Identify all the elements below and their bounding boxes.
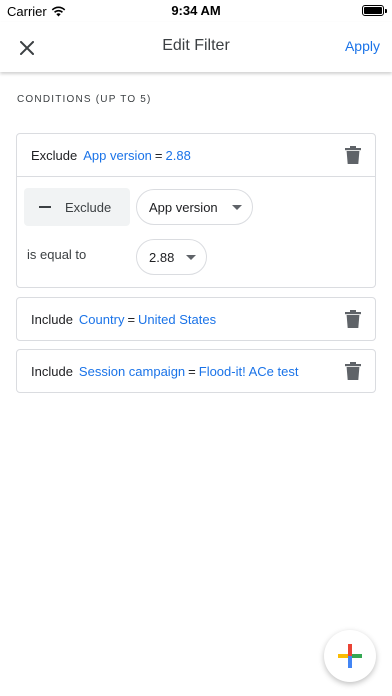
- condition-verb: Exclude: [31, 147, 78, 163]
- condition-card: Include Session campaign = Flood-it! ACe…: [16, 349, 376, 393]
- page-title: Edit Filter: [162, 37, 230, 54]
- trash-icon[interactable]: [345, 362, 361, 380]
- exclude-toggle-label: Exclude: [65, 199, 112, 215]
- value-dropdown-value: 2.88: [149, 249, 175, 265]
- condition-row[interactable]: Include Country = United States: [17, 298, 375, 340]
- condition-dimension: Session campaign: [78, 363, 186, 379]
- conditions-section-label: CONDITIONS (UP TO 5): [17, 94, 152, 105]
- condition-operator: =: [188, 363, 196, 379]
- add-condition-button[interactable]: [324, 630, 376, 682]
- condition-operator: =: [154, 147, 163, 163]
- exclude-toggle-button[interactable]: Exclude: [24, 188, 130, 226]
- condition-dimension: App version: [83, 147, 152, 163]
- battery-icon: [362, 5, 387, 16]
- condition-verb: Include: [31, 311, 73, 327]
- condition-card: Exclude App version = 2.88 Exclude App v…: [16, 133, 376, 288]
- match-type-label: is equal to: [27, 247, 87, 262]
- condition-value: Flood-it! ACe test: [198, 363, 299, 379]
- trash-icon[interactable]: [345, 310, 361, 328]
- dimension-dropdown-value: App version: [149, 199, 218, 215]
- condition-editor: Exclude App version is equal to 2.88: [17, 176, 375, 287]
- caret-down-icon: [232, 204, 242, 210]
- status-time: 9:34 AM: [171, 3, 221, 18]
- dimension-dropdown[interactable]: App version: [136, 189, 253, 225]
- condition-dimension: Country: [78, 311, 125, 327]
- condition-card: Include Country = United States: [16, 297, 376, 341]
- caret-down-icon: [186, 254, 196, 260]
- app-bar: Edit Filter Apply: [0, 22, 392, 72]
- condition-value: United States: [138, 311, 217, 327]
- condition-row[interactable]: Include Session campaign = Flood-it! ACe…: [17, 350, 375, 392]
- value-dropdown[interactable]: 2.88: [136, 239, 207, 275]
- condition-row[interactable]: Exclude App version = 2.88: [17, 134, 375, 176]
- minus-icon: [39, 206, 51, 208]
- trash-icon[interactable]: [345, 146, 361, 164]
- condition-verb: Include: [31, 363, 73, 379]
- condition-operator: =: [127, 311, 136, 327]
- apply-button[interactable]: Apply: [345, 38, 380, 54]
- status-bar: Carrier 9:34 AM: [0, 0, 392, 22]
- condition-value: 2.88: [165, 147, 191, 163]
